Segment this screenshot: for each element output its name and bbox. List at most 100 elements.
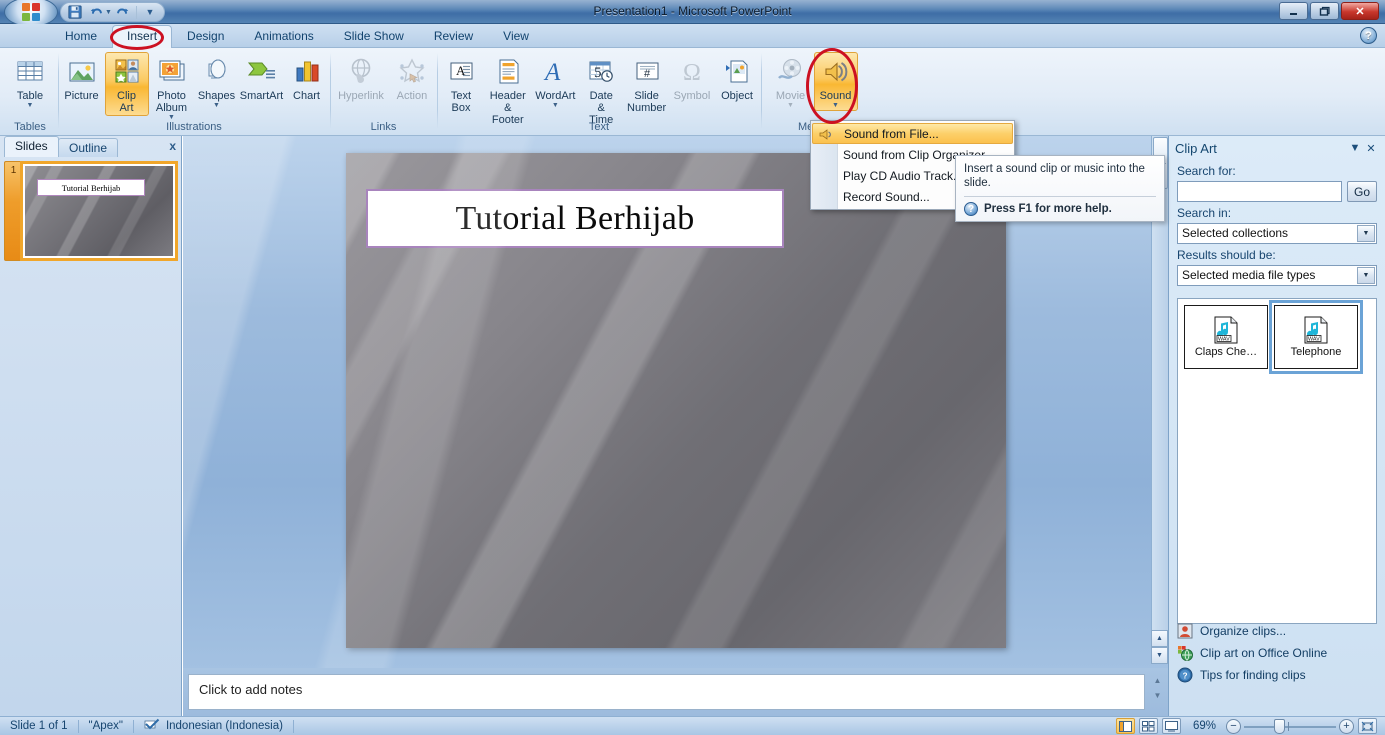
symbol-button[interactable]: Ω Symbol xyxy=(670,52,714,104)
status-slide-count[interactable]: Slide 1 of 1 xyxy=(0,717,78,735)
movie-label: Movie xyxy=(775,90,806,102)
slide-number-button[interactable]: # Slide Number xyxy=(624,52,669,116)
minimize-button[interactable] xyxy=(1279,2,1308,20)
ribbon-group-links: Hyperlink Action Links xyxy=(332,50,435,134)
clip-art-results-list[interactable]: WAV Claps Che… WAV Telephone xyxy=(1177,298,1377,624)
help-icon[interactable]: ? xyxy=(1360,27,1377,44)
zoom-track-midpoint xyxy=(1288,721,1289,731)
zoom-in-button[interactable]: + xyxy=(1339,718,1354,734)
movie-button[interactable]: Movie ▼ xyxy=(769,52,813,111)
zoom-track[interactable] xyxy=(1244,718,1336,734)
notes-placeholder[interactable]: Click to add notes xyxy=(188,674,1145,710)
normal-view-button[interactable] xyxy=(1115,718,1135,734)
undo-dropdown-icon[interactable]: ▼ xyxy=(105,9,112,16)
tips-label: Tips for finding clips xyxy=(1200,668,1306,682)
chevron-down-icon[interactable]: ▼ xyxy=(1357,267,1375,284)
scroll-down-icon[interactable]: ▼ xyxy=(1151,647,1168,664)
zoom-out-button[interactable]: − xyxy=(1226,718,1241,734)
title-bar: Presentation1 - Microsoft PowerPoint ✕ xyxy=(0,0,1385,24)
zoom-slider-control[interactable]: − + xyxy=(1226,718,1354,734)
object-button[interactable]: Object xyxy=(715,52,759,104)
slide-edit-area[interactable]: Tutorial Berhijab ▲ ▼ xyxy=(183,136,1168,716)
go-button[interactable]: Go xyxy=(1347,181,1377,202)
tab-slide-show[interactable]: Slide Show xyxy=(329,25,419,48)
chevron-down-icon[interactable]: ▼ xyxy=(1357,225,1375,242)
symbol-label: Symbol xyxy=(673,90,711,102)
search-in-select[interactable]: Selected collections ▼ xyxy=(1177,223,1377,244)
group-label-text: Text xyxy=(588,121,610,133)
tab-view[interactable]: View xyxy=(488,25,544,48)
status-theme[interactable]: "Apex" xyxy=(79,717,133,735)
photo-album-icon xyxy=(156,56,188,88)
clip-art-result-item[interactable]: WAV Claps Che… xyxy=(1184,305,1268,369)
undo-icon[interactable] xyxy=(86,4,106,21)
sound-button[interactable]: Sound ▼ xyxy=(813,52,858,111)
spellcheck-icon xyxy=(144,718,160,734)
close-pane-icon[interactable]: x xyxy=(169,139,176,153)
close-button[interactable]: ✕ xyxy=(1341,2,1379,20)
clip-art-result-item[interactable]: WAV Telephone xyxy=(1269,300,1363,374)
wordart-dropdown-icon[interactable]: ▼ xyxy=(552,102,559,109)
notes-scroll-down-icon[interactable]: ▼ xyxy=(1150,688,1165,703)
slide-number-icon: # xyxy=(631,56,663,88)
fit-slide-to-window-button[interactable] xyxy=(1358,718,1377,734)
tips-for-finding-clips-link[interactable]: ? Tips for finding clips xyxy=(1177,664,1377,686)
picture-button[interactable]: Picture xyxy=(60,52,104,104)
slide-canvas[interactable]: Tutorial Berhijab xyxy=(346,153,1006,648)
pane-tab-outline[interactable]: Outline xyxy=(58,138,119,157)
close-task-pane-icon[interactable]: ✕ xyxy=(1363,140,1379,156)
shapes-button[interactable]: Shapes ▼ xyxy=(195,52,239,111)
tab-home[interactable]: Home xyxy=(50,25,112,48)
wordart-button[interactable]: A WordArt ▼ xyxy=(533,52,579,111)
tab-design[interactable]: Design xyxy=(172,25,239,48)
hyperlink-button[interactable]: Hyperlink xyxy=(333,52,389,104)
slide-show-view-button[interactable] xyxy=(1161,718,1181,734)
movie-dropdown-icon[interactable]: ▼ xyxy=(787,102,794,109)
tab-review[interactable]: Review xyxy=(419,25,488,48)
restore-button[interactable] xyxy=(1310,2,1339,20)
quick-access-toolbar: ▼ ▼ xyxy=(60,2,165,22)
task-pane-menu-icon[interactable]: ▼ xyxy=(1347,140,1363,156)
save-icon[interactable] xyxy=(65,4,85,21)
sound-dropdown-icon[interactable]: ▼ xyxy=(832,102,839,109)
clip-art-online-link[interactable]: Clip art on Office Online xyxy=(1177,642,1377,664)
menu-item-sound-from-file[interactable]: Sound from File... xyxy=(812,123,1013,144)
clip-art-button[interactable]: Clip Art xyxy=(104,52,149,116)
search-input[interactable] xyxy=(1177,181,1342,202)
scroll-up-icon[interactable]: ▲ xyxy=(1151,630,1168,647)
action-button[interactable]: Action xyxy=(390,52,434,104)
zoom-percent[interactable]: 69% xyxy=(1185,717,1222,735)
organize-clips-link[interactable]: Organize clips... xyxy=(1177,620,1377,642)
ribbon-tab-strip: Home Insert Design Animations Slide Show… xyxy=(0,24,1385,48)
slide-thumbnail[interactable]: Tutorial Berhijab xyxy=(20,161,178,261)
notes-scroll-up-icon[interactable]: ▲ xyxy=(1150,673,1165,688)
thumbnail-background: Tutorial Berhijab xyxy=(25,166,173,256)
table-dropdown-icon[interactable]: ▼ xyxy=(27,102,34,109)
help-circle-icon: ? xyxy=(964,202,978,216)
zoom-track-line xyxy=(1244,725,1336,728)
zoom-slider-handle[interactable] xyxy=(1274,718,1285,734)
slide-title-placeholder[interactable]: Tutorial Berhijab xyxy=(366,189,784,248)
results-type-select[interactable]: Selected media file types ▼ xyxy=(1177,265,1377,286)
table-button[interactable]: Table ▼ xyxy=(8,52,52,111)
header-footer-button[interactable]: Header & Footer xyxy=(484,52,532,128)
office-logo-icon xyxy=(22,3,40,21)
status-language-cell[interactable]: Indonesian (Indonesia) xyxy=(134,717,293,735)
chart-button[interactable]: Chart xyxy=(285,52,329,104)
text-box-button[interactable]: A Text Box xyxy=(439,52,483,116)
tab-animations[interactable]: Animations xyxy=(239,25,328,48)
shapes-icon xyxy=(201,56,233,88)
redo-icon[interactable] xyxy=(113,4,133,21)
shapes-dropdown-icon[interactable]: ▼ xyxy=(213,102,220,109)
smartart-button[interactable]: SmartArt xyxy=(240,52,284,104)
tab-insert[interactable]: Insert xyxy=(112,25,173,48)
slide-number-label: Slide Number xyxy=(627,90,667,114)
pane-tab-slides[interactable]: Slides xyxy=(4,136,59,157)
smartart-label: SmartArt xyxy=(239,90,284,102)
date-time-button[interactable]: 5 Date & Time xyxy=(579,52,623,128)
slide-thumbnail-item[interactable]: 1 Tutorial Berhijab xyxy=(4,161,178,261)
sound-icon xyxy=(820,56,852,88)
photo-album-button[interactable]: Photo Album ▼ xyxy=(150,52,194,123)
slide-sorter-view-button[interactable] xyxy=(1138,718,1158,734)
customize-qat-icon[interactable]: ▼ xyxy=(140,4,160,21)
